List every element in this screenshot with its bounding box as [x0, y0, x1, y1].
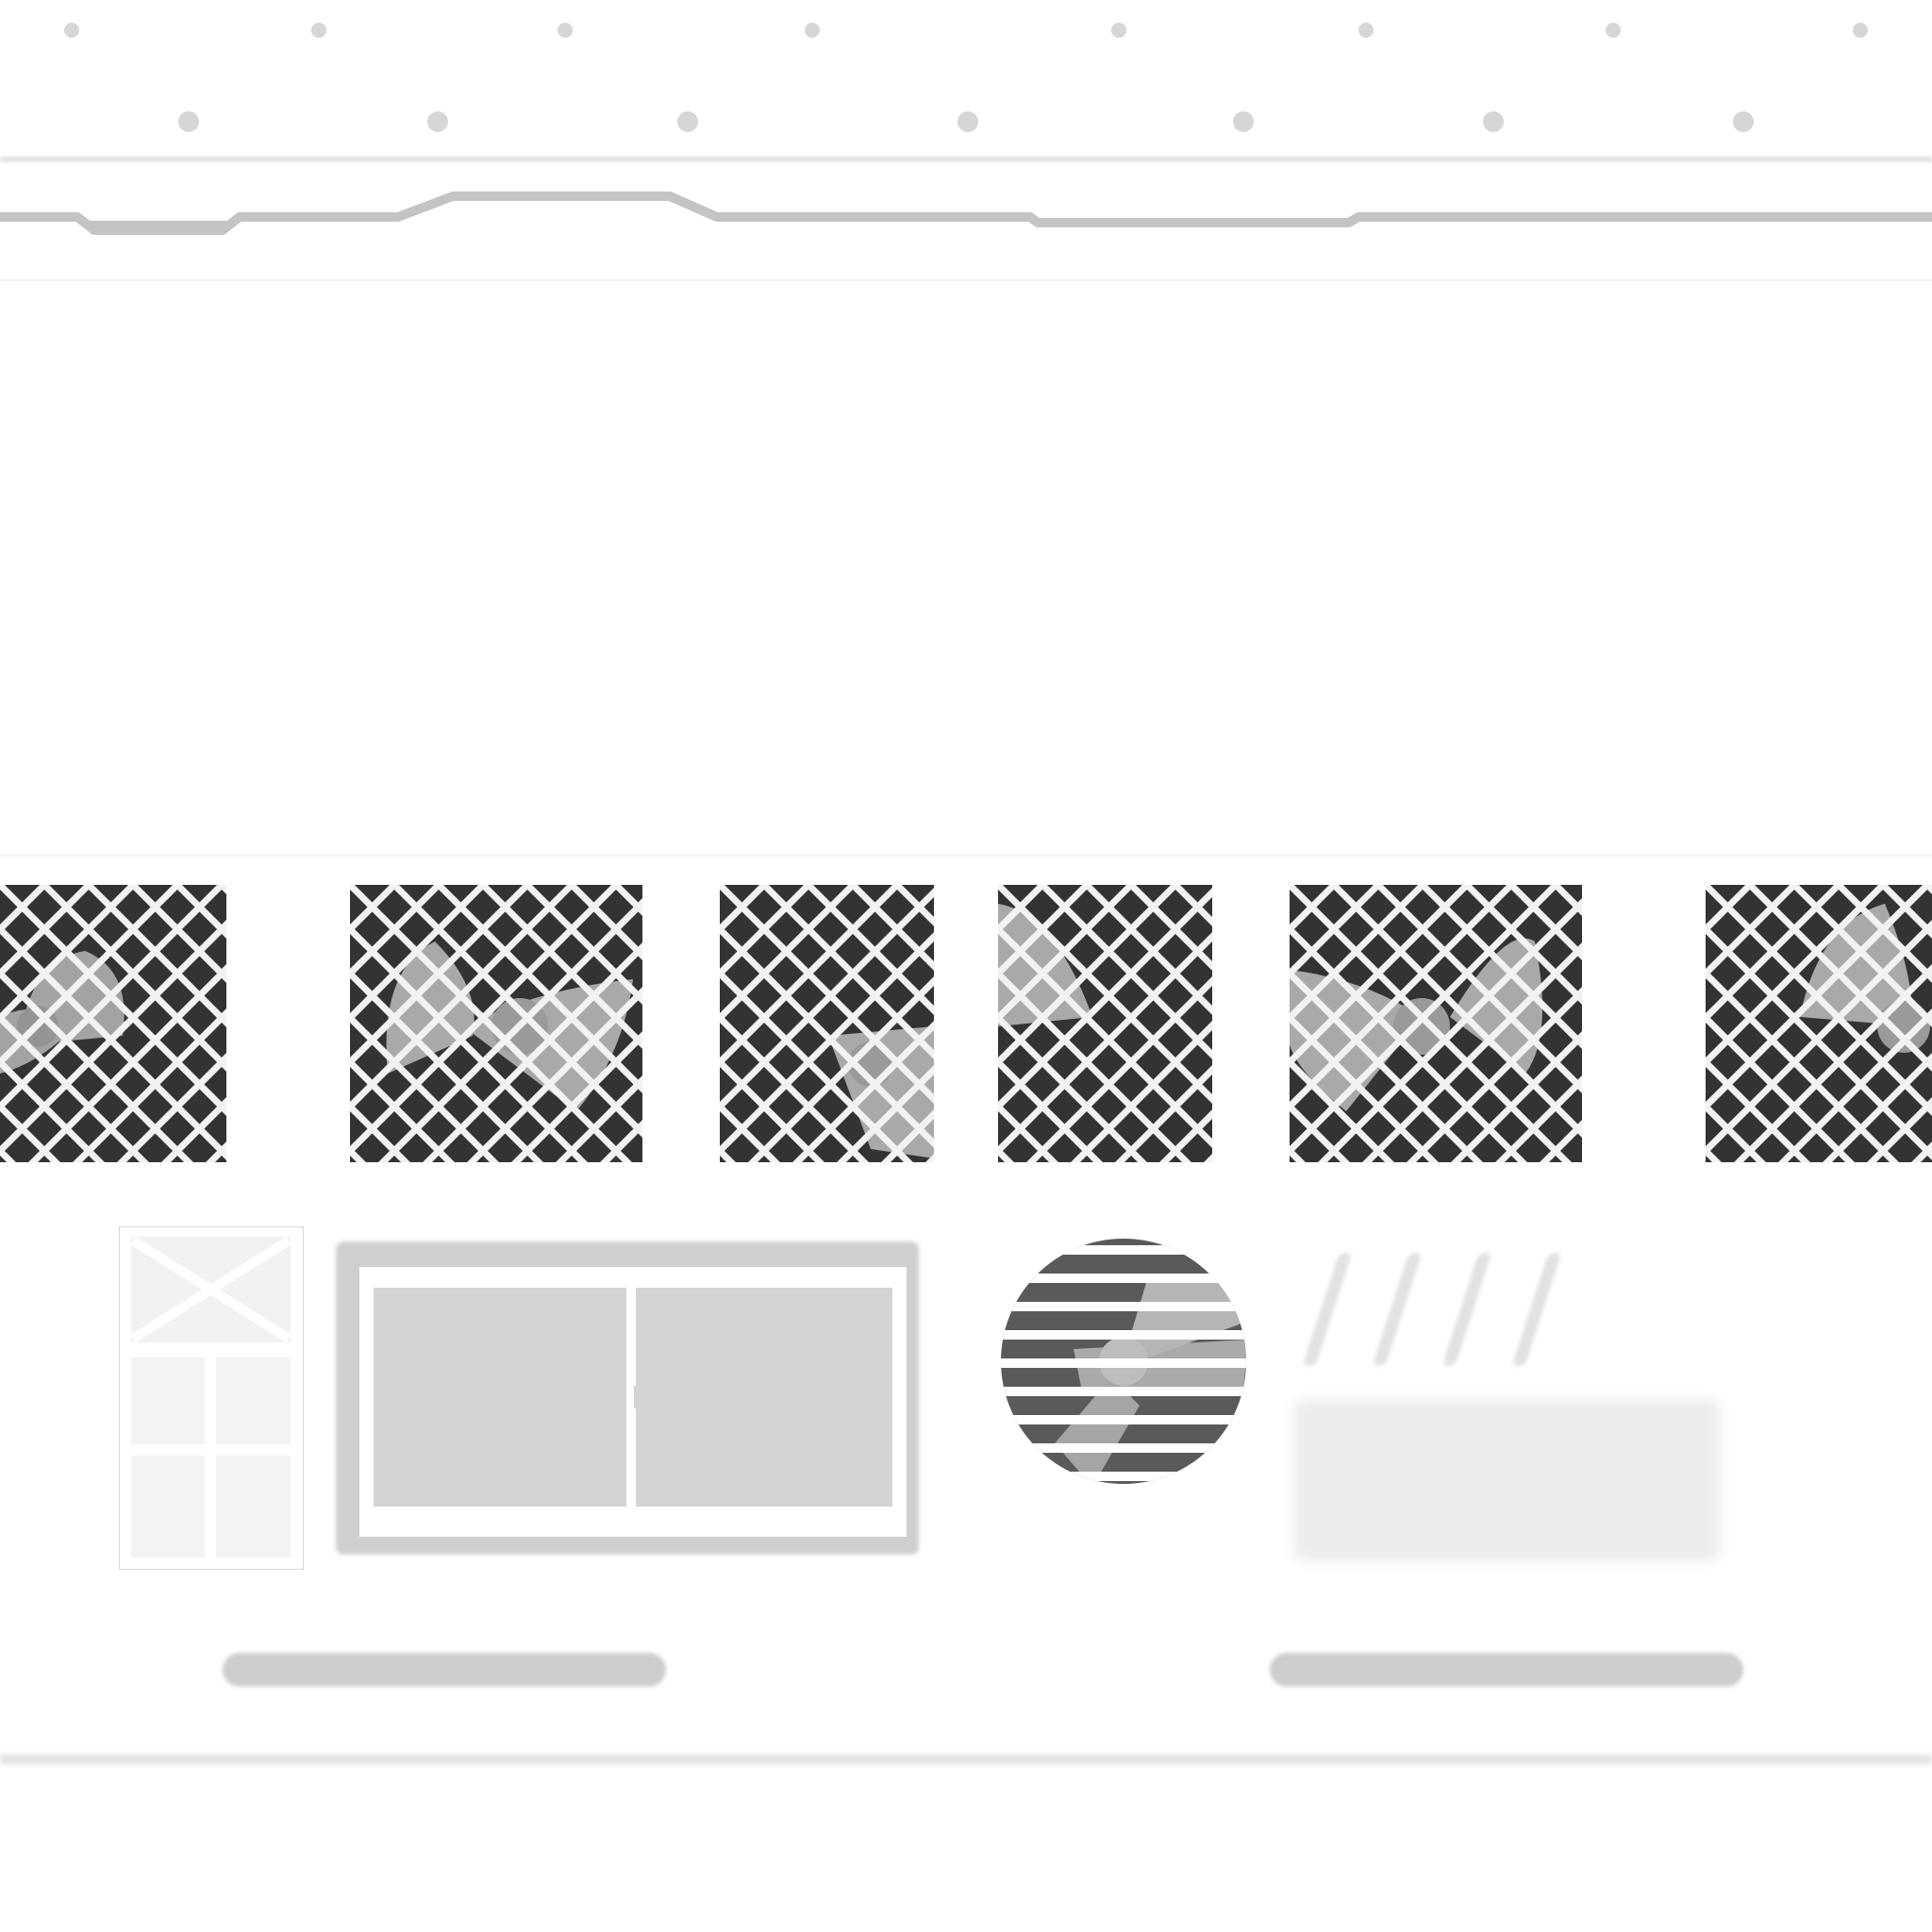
fan-grille-icon: [0, 885, 226, 1162]
dot-icon: [1358, 23, 1374, 38]
fan-grille-icon: [720, 885, 934, 1162]
dot-icon: [558, 23, 573, 38]
fan-grille-icon: [1290, 885, 1582, 1162]
dot-icon: [805, 23, 820, 38]
fan-grille-icon: [998, 885, 1212, 1162]
dot-icon: [1733, 111, 1754, 132]
sliding-window-icon: [359, 1267, 907, 1537]
section-divider: [0, 855, 1932, 857]
hatch-mark: [1302, 1253, 1353, 1366]
dot-icon: [427, 111, 448, 132]
dot-icon: [178, 111, 199, 132]
window-pane-right: [636, 1288, 892, 1507]
dot-icon: [1483, 111, 1504, 132]
hatch-mark: [1511, 1253, 1562, 1366]
fan-grille-icon: [1706, 885, 1932, 1162]
dot-icon: [1606, 23, 1621, 38]
fan-grille-icon: [350, 885, 642, 1162]
bottom-band-line: [0, 1755, 1932, 1764]
dot-icon: [1111, 23, 1126, 38]
section-divider: [0, 279, 1932, 281]
window-pane-left: [374, 1288, 626, 1507]
upper-band-line: [0, 157, 1932, 162]
dot-icon: [677, 111, 698, 132]
dot-icon: [958, 111, 978, 132]
placeholder-bar-left: [223, 1653, 666, 1687]
dot-icon: [1233, 111, 1254, 132]
placeholder-bar-right: [1270, 1653, 1743, 1687]
dot-icon: [1853, 23, 1868, 38]
dot-icon: [311, 23, 326, 38]
window-latch: [634, 1386, 643, 1408]
blurred-panel: [1294, 1400, 1719, 1560]
rail-track: [0, 192, 1932, 235]
dot-icon: [64, 23, 79, 38]
door-icon: [119, 1226, 304, 1570]
hatch-mark: [1441, 1253, 1492, 1366]
hatch-mark: [1372, 1253, 1423, 1366]
round-vent-fan-icon: [998, 1236, 1249, 1487]
